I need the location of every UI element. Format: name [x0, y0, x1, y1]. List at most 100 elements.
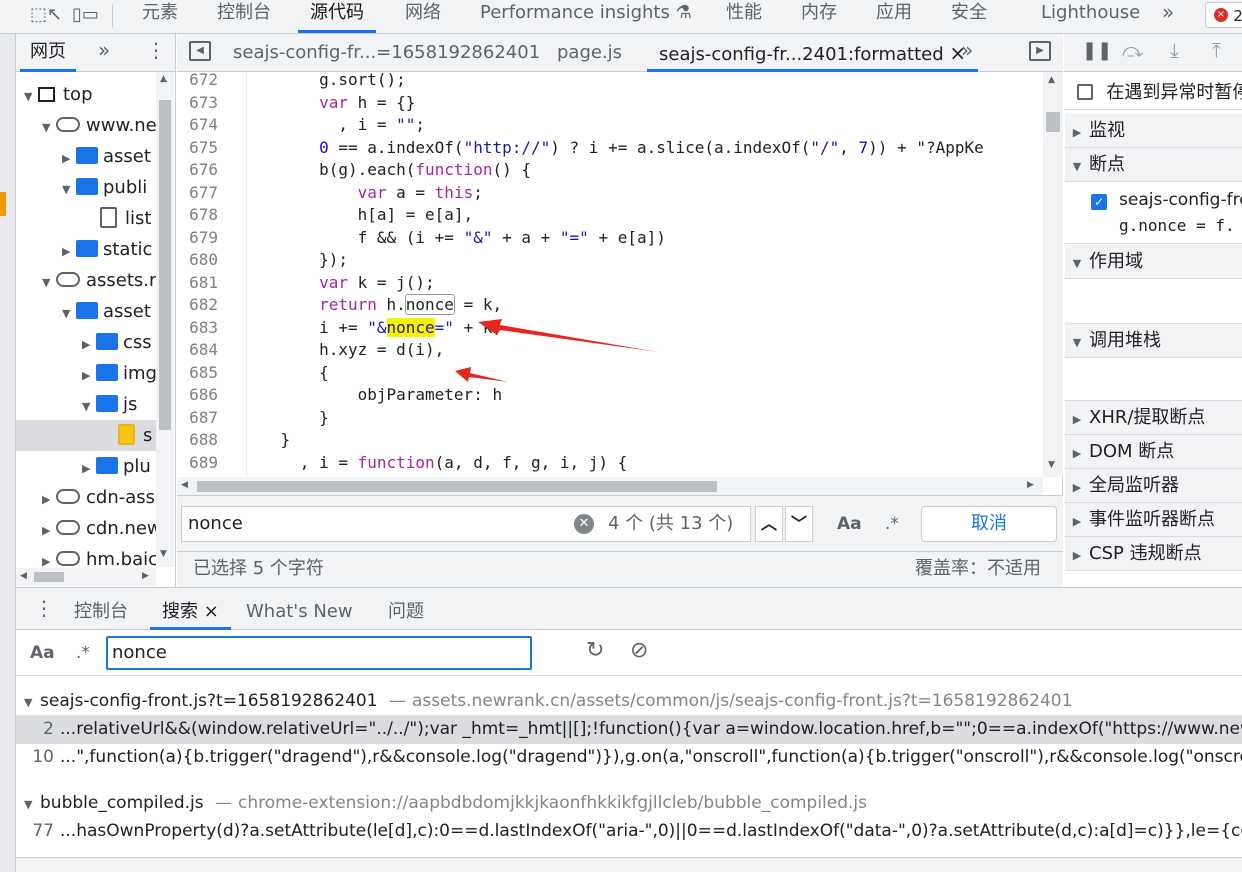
tree-item-folder[interactable]: ▶ css — [16, 327, 152, 358]
code-line[interactable]: 688 } — [177, 429, 290, 452]
section-scope[interactable]: ▼ 作用域 — [1065, 245, 1242, 279]
error-badge[interactable]: × 2 — [1205, 2, 1242, 28]
editor-tab-seajs[interactable]: seajs-config-fr...=1658192862401 — [233, 34, 540, 72]
scroll-right-icon[interactable]: ▶ — [1027, 480, 1034, 490]
scroll-thumb[interactable] — [197, 481, 717, 492]
line-number[interactable]: 689 — [177, 452, 242, 475]
scroll-right-icon[interactable]: ▶ — [142, 571, 149, 581]
match-case-button[interactable]: Aa — [837, 506, 862, 542]
tab-lighthouse[interactable]: Lighthouse — [1041, 0, 1140, 33]
tab-performance-insights[interactable]: Performance insights ⚗ — [480, 0, 692, 33]
more-tabs-button[interactable]: » — [1162, 0, 1174, 33]
line-number[interactable]: 681 — [177, 272, 242, 295]
tab-console[interactable]: 控制台 — [217, 0, 271, 33]
section-xhr-breakpoints[interactable]: ▶ XHR/提取断点 — [1065, 401, 1242, 435]
tree-item-domain[interactable]: ▶ cdn.new — [16, 513, 156, 544]
tree-item-folder[interactable]: ▼ publi — [16, 172, 147, 203]
line-number[interactable]: 682 — [177, 294, 242, 317]
scroll-thumb[interactable] — [159, 100, 171, 430]
section-call-stack[interactable]: ▼ 调用堆栈 — [1065, 324, 1242, 358]
code-line[interactable]: 685 { — [177, 362, 329, 385]
search-input[interactable]: nonce — [112, 638, 167, 668]
close-drawer-tab-icon[interactable]: × — [204, 601, 219, 622]
find-input[interactable]: nonce — [188, 507, 243, 541]
code-line[interactable]: 682 return h.nonce = k, — [177, 294, 502, 317]
navigator-vscrollbar[interactable]: ▲ ▼ — [156, 72, 174, 567]
cancel-search-button[interactable]: 取消 — [921, 506, 1057, 542]
code-line[interactable]: 686 objParameter: h — [177, 384, 502, 407]
search-input-box[interactable]: nonce — [106, 636, 532, 670]
tree-item-domain[interactable]: ▶ hm.baic — [16, 544, 156, 567]
navigator-tab-page[interactable]: 网页 — [20, 34, 76, 72]
inspect-element-icon[interactable]: ⬚↖ — [30, 4, 62, 25]
pause-on-exceptions-row[interactable]: 在遇到异常时暂停 — [1065, 76, 1242, 110]
line-number[interactable]: 675 — [177, 137, 242, 160]
tree-item-domain[interactable]: ▼ www.ne — [16, 110, 156, 141]
line-number[interactable]: 680 — [177, 249, 242, 272]
code-line[interactable]: 689 , i = function(a, d, f, g, i, j) { — [177, 452, 627, 475]
code-line[interactable]: 674 , i = ""; — [177, 114, 425, 137]
pause-on-exceptions-checkbox[interactable] — [1077, 84, 1093, 100]
toggle-navigator-icon[interactable]: ◀ — [189, 41, 211, 61]
scroll-down-icon[interactable]: ▼ — [160, 549, 167, 559]
line-number[interactable]: 683 — [177, 317, 242, 340]
find-input-box[interactable]: nonce ✕ 4 个 (共 13 个) — [181, 506, 751, 542]
code-line[interactable]: 675 0 == a.indexOf("http://") ? i += a.s… — [177, 137, 984, 160]
scroll-up-icon[interactable]: ▲ — [160, 74, 167, 84]
tree-item-domain[interactable]: ▼ assets.r — [16, 265, 156, 296]
previous-match-button[interactable]: ︿ — [755, 506, 783, 542]
tab-application[interactable]: 应用 — [876, 0, 912, 33]
drawer-menu-button[interactable]: ⋮ — [34, 596, 54, 620]
editor-hscrollbar[interactable]: ◀ ▶ — [177, 477, 1043, 495]
result-match-row[interactable]: 10 ...",function(a){b.trigger("dragend"),… — [16, 743, 1242, 772]
next-match-button[interactable]: ﹀ — [785, 506, 813, 542]
line-number[interactable]: 688 — [177, 429, 242, 452]
refresh-icon[interactable]: ↻ — [586, 638, 604, 663]
step-over-icon[interactable]: ⤼ — [1122, 38, 1143, 62]
scroll-left-icon[interactable]: ◀ — [181, 480, 188, 490]
navigator-menu-button[interactable]: ⋮ — [146, 38, 166, 62]
breakpoint-checkbox[interactable]: ✓ — [1091, 194, 1107, 210]
scroll-thumb[interactable] — [34, 572, 64, 582]
drawer-tab-issues[interactable]: 问题 — [388, 597, 424, 630]
drawer-tab-console[interactable]: 控制台 — [74, 597, 128, 630]
code-line[interactable]: 684 h.xyz = d(i), — [177, 339, 444, 362]
tree-item-folder[interactable]: ▼ asset — [16, 296, 151, 327]
device-toolbar-icon[interactable]: ▯▭ — [72, 4, 99, 25]
code-line[interactable]: 679 f && (i += "&" + a + "=" + e[a]) — [177, 227, 666, 250]
scroll-up-icon[interactable]: ▲ — [1048, 75, 1055, 85]
result-match-row[interactable]: 2 ...relativeUrl&&(window.relativeUrl="..… — [16, 715, 1242, 744]
scroll-thumb[interactable] — [1046, 112, 1060, 132]
editor-more-tabs-button[interactable]: » — [961, 38, 973, 62]
toggle-debugger-icon[interactable]: ▶ — [1029, 41, 1051, 61]
section-breakpoints[interactable]: ▼ 断点 — [1065, 148, 1242, 182]
step-into-icon[interactable]: ⤓ — [1170, 38, 1179, 62]
pause-icon[interactable]: ❚❚ — [1082, 40, 1112, 61]
code-line[interactable]: 673 var h = {} — [177, 92, 415, 115]
tab-performance[interactable]: 性能 — [726, 0, 762, 33]
clear-results-icon[interactable]: ⊘ — [630, 638, 648, 663]
line-number[interactable]: 676 — [177, 159, 242, 182]
tab-security[interactable]: 安全 — [951, 0, 987, 33]
search-regex-button[interactable]: .* — [76, 630, 90, 676]
scroll-down-icon[interactable]: ▼ — [1048, 460, 1055, 470]
navigator-hscrollbar[interactable]: ◀ ▶ — [16, 568, 156, 586]
scroll-left-icon[interactable]: ◀ — [20, 571, 27, 581]
code-line[interactable]: 683 i += "&nonce=" + k, — [177, 317, 502, 340]
code-line[interactable]: 680 }); — [177, 249, 348, 272]
line-number[interactable]: 686 — [177, 384, 242, 407]
tab-sources[interactable]: 源代码 — [298, 0, 376, 33]
step-out-icon[interactable]: ⤒ — [1212, 38, 1221, 62]
tree-item-folder[interactable]: ▶ plu — [16, 451, 151, 482]
code-area[interactable]: 672 g.sort(); 673 var h = {} 674 , i = "";… — [177, 72, 1043, 477]
section-event-listener-breakpoints[interactable]: ▶ 事件监听器断点 — [1065, 503, 1242, 537]
tree-item-folder[interactable]: ▶ img — [16, 358, 156, 389]
line-number[interactable]: 674 — [177, 114, 242, 137]
code-line[interactable]: 681 var k = j(); — [177, 272, 435, 295]
tree-item-file[interactable]: list — [16, 203, 151, 234]
code-line[interactable]: 687 } — [177, 407, 329, 430]
tree-item-folder[interactable]: ▼ js — [16, 389, 137, 420]
drawer-tab-whats-new[interactable]: What's New — [246, 597, 353, 630]
tree-item-domain[interactable]: ▶ cdn-ass — [16, 482, 155, 513]
line-number[interactable]: 672 — [177, 72, 242, 92]
